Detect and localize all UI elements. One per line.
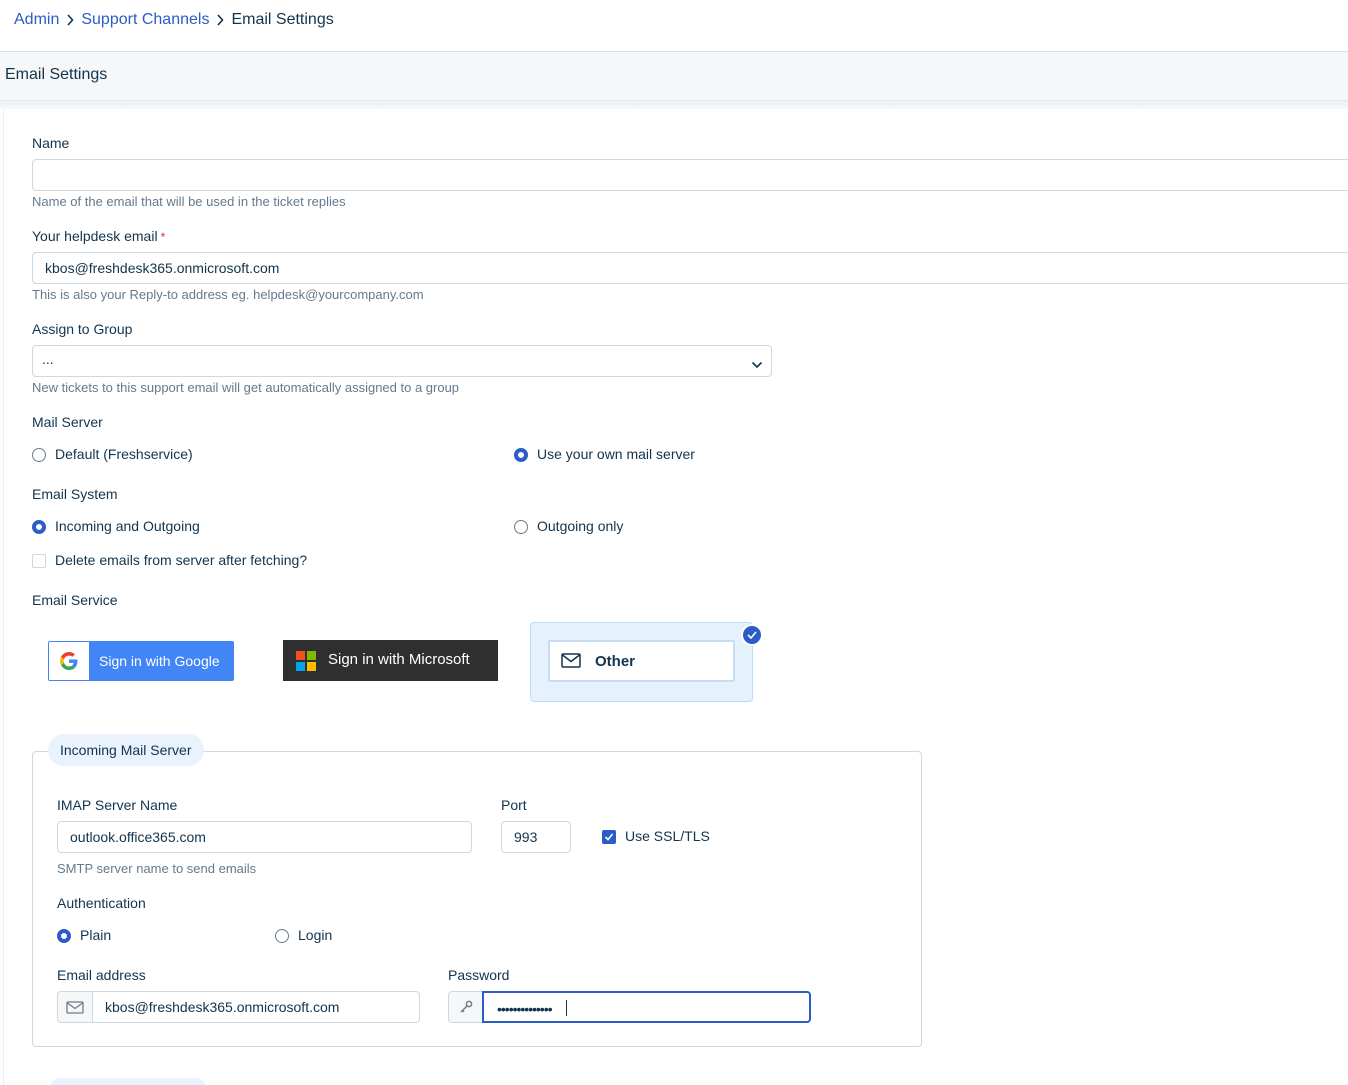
mail-server-default-label[interactable]: Default (Freshservice) [55, 446, 193, 462]
password-input[interactable]: •••••••••••••• [482, 991, 811, 1023]
microsoft-logo-icon [296, 651, 316, 671]
helpdesk-email-input[interactable] [32, 252, 1348, 284]
text-caret [566, 1000, 567, 1016]
port-input[interactable] [501, 821, 571, 853]
other-service-label: Other [595, 653, 636, 670]
email-address-input[interactable] [92, 991, 420, 1023]
authentication-label: Authentication [57, 895, 146, 911]
email-address-label: Email address [57, 967, 146, 983]
helpdesk-email-label-text: Your helpdesk email [32, 228, 158, 244]
imap-server-hint: SMTP server name to send emails [57, 861, 257, 876]
auth-login-radio[interactable] [275, 929, 289, 943]
breadcrumb: Admin Support Channels Email Settings [14, 9, 334, 31]
key-icon [448, 991, 482, 1023]
google-signin-button[interactable]: Sign in with Google [48, 641, 234, 681]
chevron-right-icon [216, 14, 225, 26]
mail-server-default-radio[interactable] [32, 448, 46, 462]
email-service-label: Email Service [32, 592, 118, 608]
required-mark: * [160, 230, 166, 244]
microsoft-signin-button[interactable]: Sign in with Microsoft [283, 640, 498, 681]
google-logo-icon [49, 642, 89, 680]
mail-icon [57, 991, 92, 1023]
group-hint: New tickets to this support email will g… [32, 380, 460, 395]
mail-icon [561, 653, 581, 671]
google-signin-label: Sign in with Google [99, 653, 220, 669]
email-system-outgoing-radio[interactable] [514, 520, 528, 534]
email-system-outgoing-label[interactable]: Outgoing only [537, 518, 623, 534]
group-label: Assign to Group [32, 321, 133, 337]
breadcrumb-support-channels-link[interactable]: Support Channels [81, 11, 209, 29]
email-system-in-out-label[interactable]: Incoming and Outgoing [55, 518, 200, 534]
auth-login-label[interactable]: Login [298, 927, 332, 943]
helpdesk-email-label: Your helpdesk email * [32, 228, 165, 244]
auth-plain-label[interactable]: Plain [80, 927, 111, 943]
next-section-legend [50, 1078, 206, 1085]
mail-server-own-radio[interactable] [514, 448, 528, 462]
chevron-down-icon [751, 356, 763, 372]
email-system-in-out-radio[interactable] [32, 520, 46, 534]
other-service-card[interactable]: Other [530, 622, 753, 702]
name-hint: Name of the email that will be used in t… [32, 194, 346, 209]
breadcrumb-admin-link[interactable]: Admin [14, 11, 59, 29]
name-input[interactable] [32, 159, 1348, 191]
ssl-checkbox[interactable] [602, 830, 616, 844]
header-divider [0, 101, 1348, 109]
incoming-mail-server-legend: Incoming Mail Server [48, 734, 204, 766]
helpdesk-email-hint: This is also your Reply-to address eg. h… [32, 287, 424, 302]
check-icon [604, 833, 614, 841]
password-mask: •••••••••••••• [497, 1001, 553, 1017]
imap-server-label: IMAP Server Name [57, 797, 178, 813]
other-service-button[interactable]: Other [548, 640, 735, 682]
password-label: Password [448, 967, 510, 983]
email-system-label: Email System [32, 486, 118, 502]
group-select[interactable]: ... [32, 345, 772, 377]
selected-check-icon [741, 624, 763, 646]
ssl-label[interactable]: Use SSL/TLS [625, 828, 710, 844]
page-title: Email Settings [5, 66, 108, 83]
port-label: Port [501, 797, 527, 813]
microsoft-signin-label: Sign in with Microsoft [328, 651, 470, 668]
delete-after-fetch-checkbox[interactable] [32, 554, 46, 568]
group-select-value: ... [42, 351, 54, 367]
delete-after-fetch-label[interactable]: Delete emails from server after fetching… [55, 552, 307, 568]
page-header: Email Settings [0, 51, 1348, 101]
auth-plain-radio[interactable] [57, 929, 71, 943]
chevron-right-icon [66, 14, 74, 26]
mail-server-label: Mail Server [32, 414, 103, 430]
mail-server-own-label[interactable]: Use your own mail server [537, 446, 695, 462]
breadcrumb-current: Email Settings [231, 11, 334, 28]
imap-server-input[interactable] [57, 821, 472, 853]
name-label: Name [32, 135, 70, 151]
